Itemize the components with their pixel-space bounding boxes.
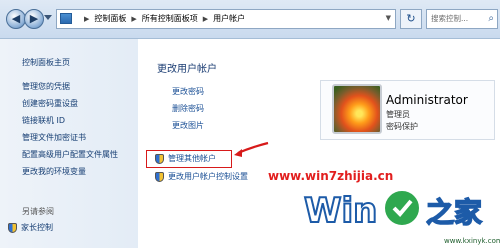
change-picture-link[interactable]: 更改图片 bbox=[172, 120, 204, 131]
sidebar-home-link[interactable]: 控制面板主页 bbox=[22, 57, 70, 68]
search-icon[interactable]: ⌕ bbox=[488, 10, 494, 28]
crumb-control-panel[interactable]: 控制面板 bbox=[94, 14, 126, 23]
crumb-all-items[interactable]: 所有控制面板项 bbox=[142, 14, 198, 23]
recent-pages-dropdown-icon[interactable] bbox=[44, 15, 52, 20]
svg-text:之家: 之家 bbox=[426, 196, 482, 229]
page-title: 更改用户帐户 bbox=[157, 64, 217, 75]
change-password-link[interactable]: 更改密码 bbox=[172, 86, 204, 97]
parental-controls-label: 家长控制 bbox=[21, 223, 53, 232]
breadcrumb: ▶ 控制面板 ▶ 所有控制面板项 ▶ 用户帐户 bbox=[79, 10, 245, 28]
sidebar-item-online-id[interactable]: 链接联机 ID bbox=[22, 115, 65, 126]
sidebar-item-profile-properties[interactable]: 配置高级用户配置文件属性 bbox=[22, 149, 118, 160]
win7-watermark-logo: Win 之家 bbox=[303, 189, 483, 232]
password-status: 密码保护 bbox=[386, 122, 418, 131]
uac-settings-label: 更改用户帐户控制设置 bbox=[168, 172, 248, 181]
address-dropdown-icon[interactable]: ▼ bbox=[386, 14, 391, 22]
remove-password-link[interactable]: 删除密码 bbox=[172, 103, 204, 114]
chevron-right-icon[interactable]: ▶ bbox=[126, 15, 141, 23]
red-arrow-icon bbox=[234, 141, 269, 157]
refresh-button[interactable]: ↻ bbox=[400, 9, 422, 29]
shield-icon bbox=[155, 171, 164, 182]
parental-controls-link[interactable]: 家长控制 bbox=[8, 222, 53, 233]
shield-icon bbox=[8, 222, 17, 233]
back-button[interactable]: ◀ bbox=[6, 9, 26, 29]
uac-settings-link[interactable]: 更改用户帐户控制设置 bbox=[155, 171, 248, 182]
chevron-right-icon[interactable]: ▶ bbox=[198, 15, 213, 23]
sidebar-item-env-vars[interactable]: 更改我的环境变量 bbox=[22, 166, 86, 177]
user-avatar[interactable] bbox=[332, 84, 382, 134]
address-bar: ◀ ▶ ▶ 控制面板 ▶ 所有控制面板项 ▶ 用户帐户 ▼ ↻ 搜索控制... ⌕ bbox=[0, 0, 500, 39]
sidebar-item-encryption-cert[interactable]: 管理文件加密证书 bbox=[22, 132, 86, 143]
sidebar-item-credentials[interactable]: 管理您的凭据 bbox=[22, 81, 70, 92]
user-role: 管理员 bbox=[386, 110, 410, 119]
see-also-heading: 另请参阅 bbox=[22, 207, 54, 216]
control-panel-icon bbox=[60, 13, 72, 24]
forward-button[interactable]: ▶ bbox=[24, 9, 44, 29]
chevron-right-icon[interactable]: ▶ bbox=[79, 15, 94, 23]
svg-text:Win: Win bbox=[304, 191, 377, 231]
user-name: Administrator bbox=[386, 93, 468, 107]
sidebar bbox=[0, 39, 138, 248]
watermark-url: www.win7zhijia.cn bbox=[268, 169, 394, 183]
search-input[interactable]: 搜索控制... ⌕ bbox=[426, 9, 498, 29]
highlight-box bbox=[146, 150, 232, 168]
watermark-site: www.kxinyk.com bbox=[444, 237, 500, 245]
sidebar-item-reset-disk[interactable]: 创建密码重设盘 bbox=[22, 98, 78, 109]
crumb-user-accounts[interactable]: 用户帐户 bbox=[213, 14, 245, 23]
search-placeholder: 搜索控制... bbox=[431, 14, 469, 23]
address-field[interactable]: ▶ 控制面板 ▶ 所有控制面板项 ▶ 用户帐户 ▼ bbox=[56, 9, 396, 29]
